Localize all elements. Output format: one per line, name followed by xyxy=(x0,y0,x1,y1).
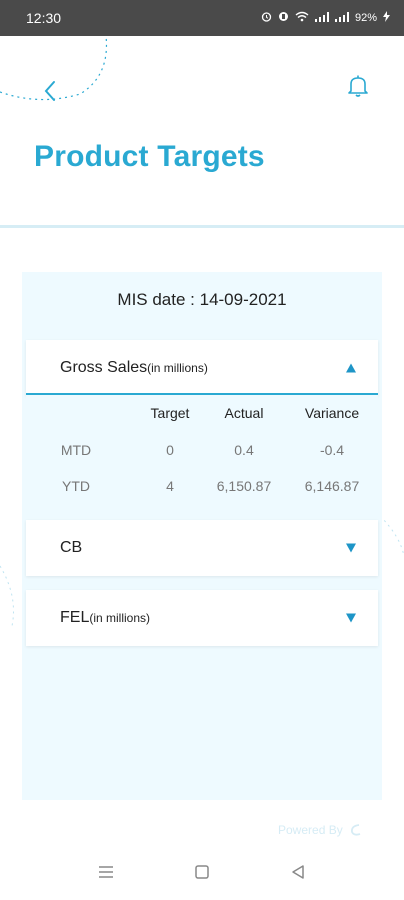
status-time: 12:30 xyxy=(26,10,62,26)
back-triangle-icon xyxy=(292,865,304,879)
expand-arrow-icon xyxy=(346,613,356,623)
mtd-actual: 0.4 xyxy=(234,442,254,458)
targets-panel: MIS date : 14-09-2021 Gross Sales (in mil… xyxy=(22,272,382,800)
ytd-target: 4 xyxy=(166,478,174,494)
status-icons: 92% xyxy=(261,11,390,25)
bell-icon xyxy=(348,75,368,97)
signal-icon-1 xyxy=(314,11,329,25)
wifi-icon xyxy=(295,11,309,25)
section-title: CB xyxy=(60,539,83,556)
section-gross-sales-header[interactable]: Gross Sales (in millions) xyxy=(26,340,378,396)
section-unit: (in millions) xyxy=(147,361,208,375)
home-nav-button[interactable] xyxy=(194,864,210,885)
mtd-target: 0 xyxy=(166,442,174,458)
status-bar: 12:30 92% xyxy=(0,0,404,36)
ytd-variance: 6,146.87 xyxy=(304,478,360,494)
powered-by: Powered By xyxy=(278,822,363,838)
section-fel: FEL (in millions) xyxy=(26,590,378,646)
notification-button[interactable] xyxy=(342,70,374,102)
brand-logo-icon xyxy=(350,824,360,836)
row-label-ytd: YTD xyxy=(62,478,90,494)
column-header-target: Target xyxy=(150,405,190,421)
section-unit: (in millions) xyxy=(89,611,151,625)
section-cb: CB xyxy=(26,520,378,576)
mtd-variance: -0.4 xyxy=(319,442,345,458)
ytd-actual: 6,150.87 xyxy=(216,478,272,494)
charging-icon xyxy=(383,11,390,25)
column-header-variance: Variance xyxy=(304,405,360,421)
title-divider xyxy=(0,225,404,228)
home-square-icon xyxy=(195,865,209,879)
section-gross-sales: Gross Sales (in millions) xyxy=(26,340,378,396)
back-nav-button[interactable] xyxy=(290,864,306,885)
row-label-mtd: MTD xyxy=(60,442,92,458)
column-header-actual: Actual xyxy=(224,405,264,421)
section-title: FEL xyxy=(60,609,90,626)
chevron-left-icon xyxy=(44,81,55,101)
collapse-arrow-icon xyxy=(346,363,356,373)
menu-icon xyxy=(99,866,113,878)
vibrate-icon xyxy=(278,11,289,25)
page-title: Product Targets xyxy=(34,140,265,173)
expand-arrow-icon xyxy=(346,543,356,553)
gross-sales-table: Target Actual Variance MTD 0 0.4 -0.4 YT… xyxy=(26,395,378,515)
section-fel-header[interactable]: FEL (in millions) xyxy=(26,590,378,646)
menu-nav-button[interactable] xyxy=(97,864,115,885)
mis-date: MIS date : 14-09-2021 xyxy=(117,290,287,309)
battery-level: 92% xyxy=(354,12,377,24)
signal-icon-2 xyxy=(334,11,349,25)
section-title: Gross Sales xyxy=(60,359,148,376)
alarm-icon xyxy=(261,11,272,25)
powered-by-text: Powered By xyxy=(278,823,343,837)
section-cb-header[interactable]: CB xyxy=(26,520,378,576)
back-button[interactable] xyxy=(36,76,64,106)
